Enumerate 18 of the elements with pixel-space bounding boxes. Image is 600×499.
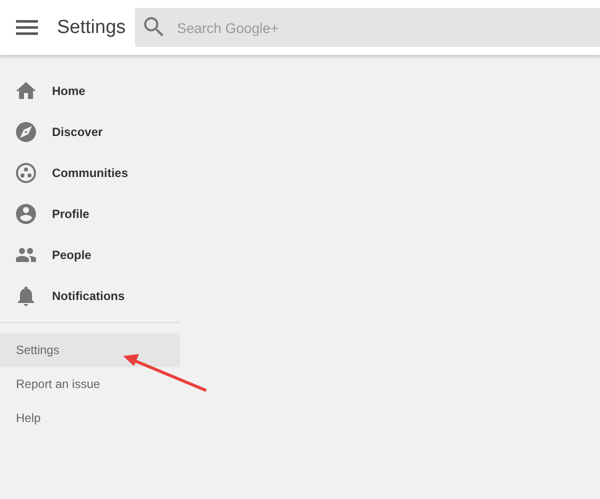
nav-item[interactable]: Profile xyxy=(0,193,180,234)
communities-icon xyxy=(16,162,36,182)
menu-item[interactable]: Report an issue xyxy=(0,367,180,401)
profile-icon xyxy=(16,204,36,224)
compass-icon xyxy=(16,122,36,142)
nav-item[interactable]: Discover xyxy=(0,111,180,152)
page-title: Settings xyxy=(57,16,125,38)
search-field[interactable]: Search Google+ xyxy=(135,8,600,47)
nav-item[interactable]: Communities xyxy=(0,152,180,193)
menu-icon[interactable] xyxy=(16,20,38,35)
home-icon xyxy=(16,80,36,100)
menu-item[interactable]: Settings xyxy=(0,333,180,367)
search-icon xyxy=(143,16,165,38)
nav-item[interactable]: People xyxy=(0,234,180,275)
bell-icon xyxy=(16,286,36,306)
nav-item[interactable]: Notifications xyxy=(0,275,180,316)
menu-item[interactable]: Help xyxy=(0,401,180,435)
nav-item[interactable]: Home xyxy=(0,70,180,111)
